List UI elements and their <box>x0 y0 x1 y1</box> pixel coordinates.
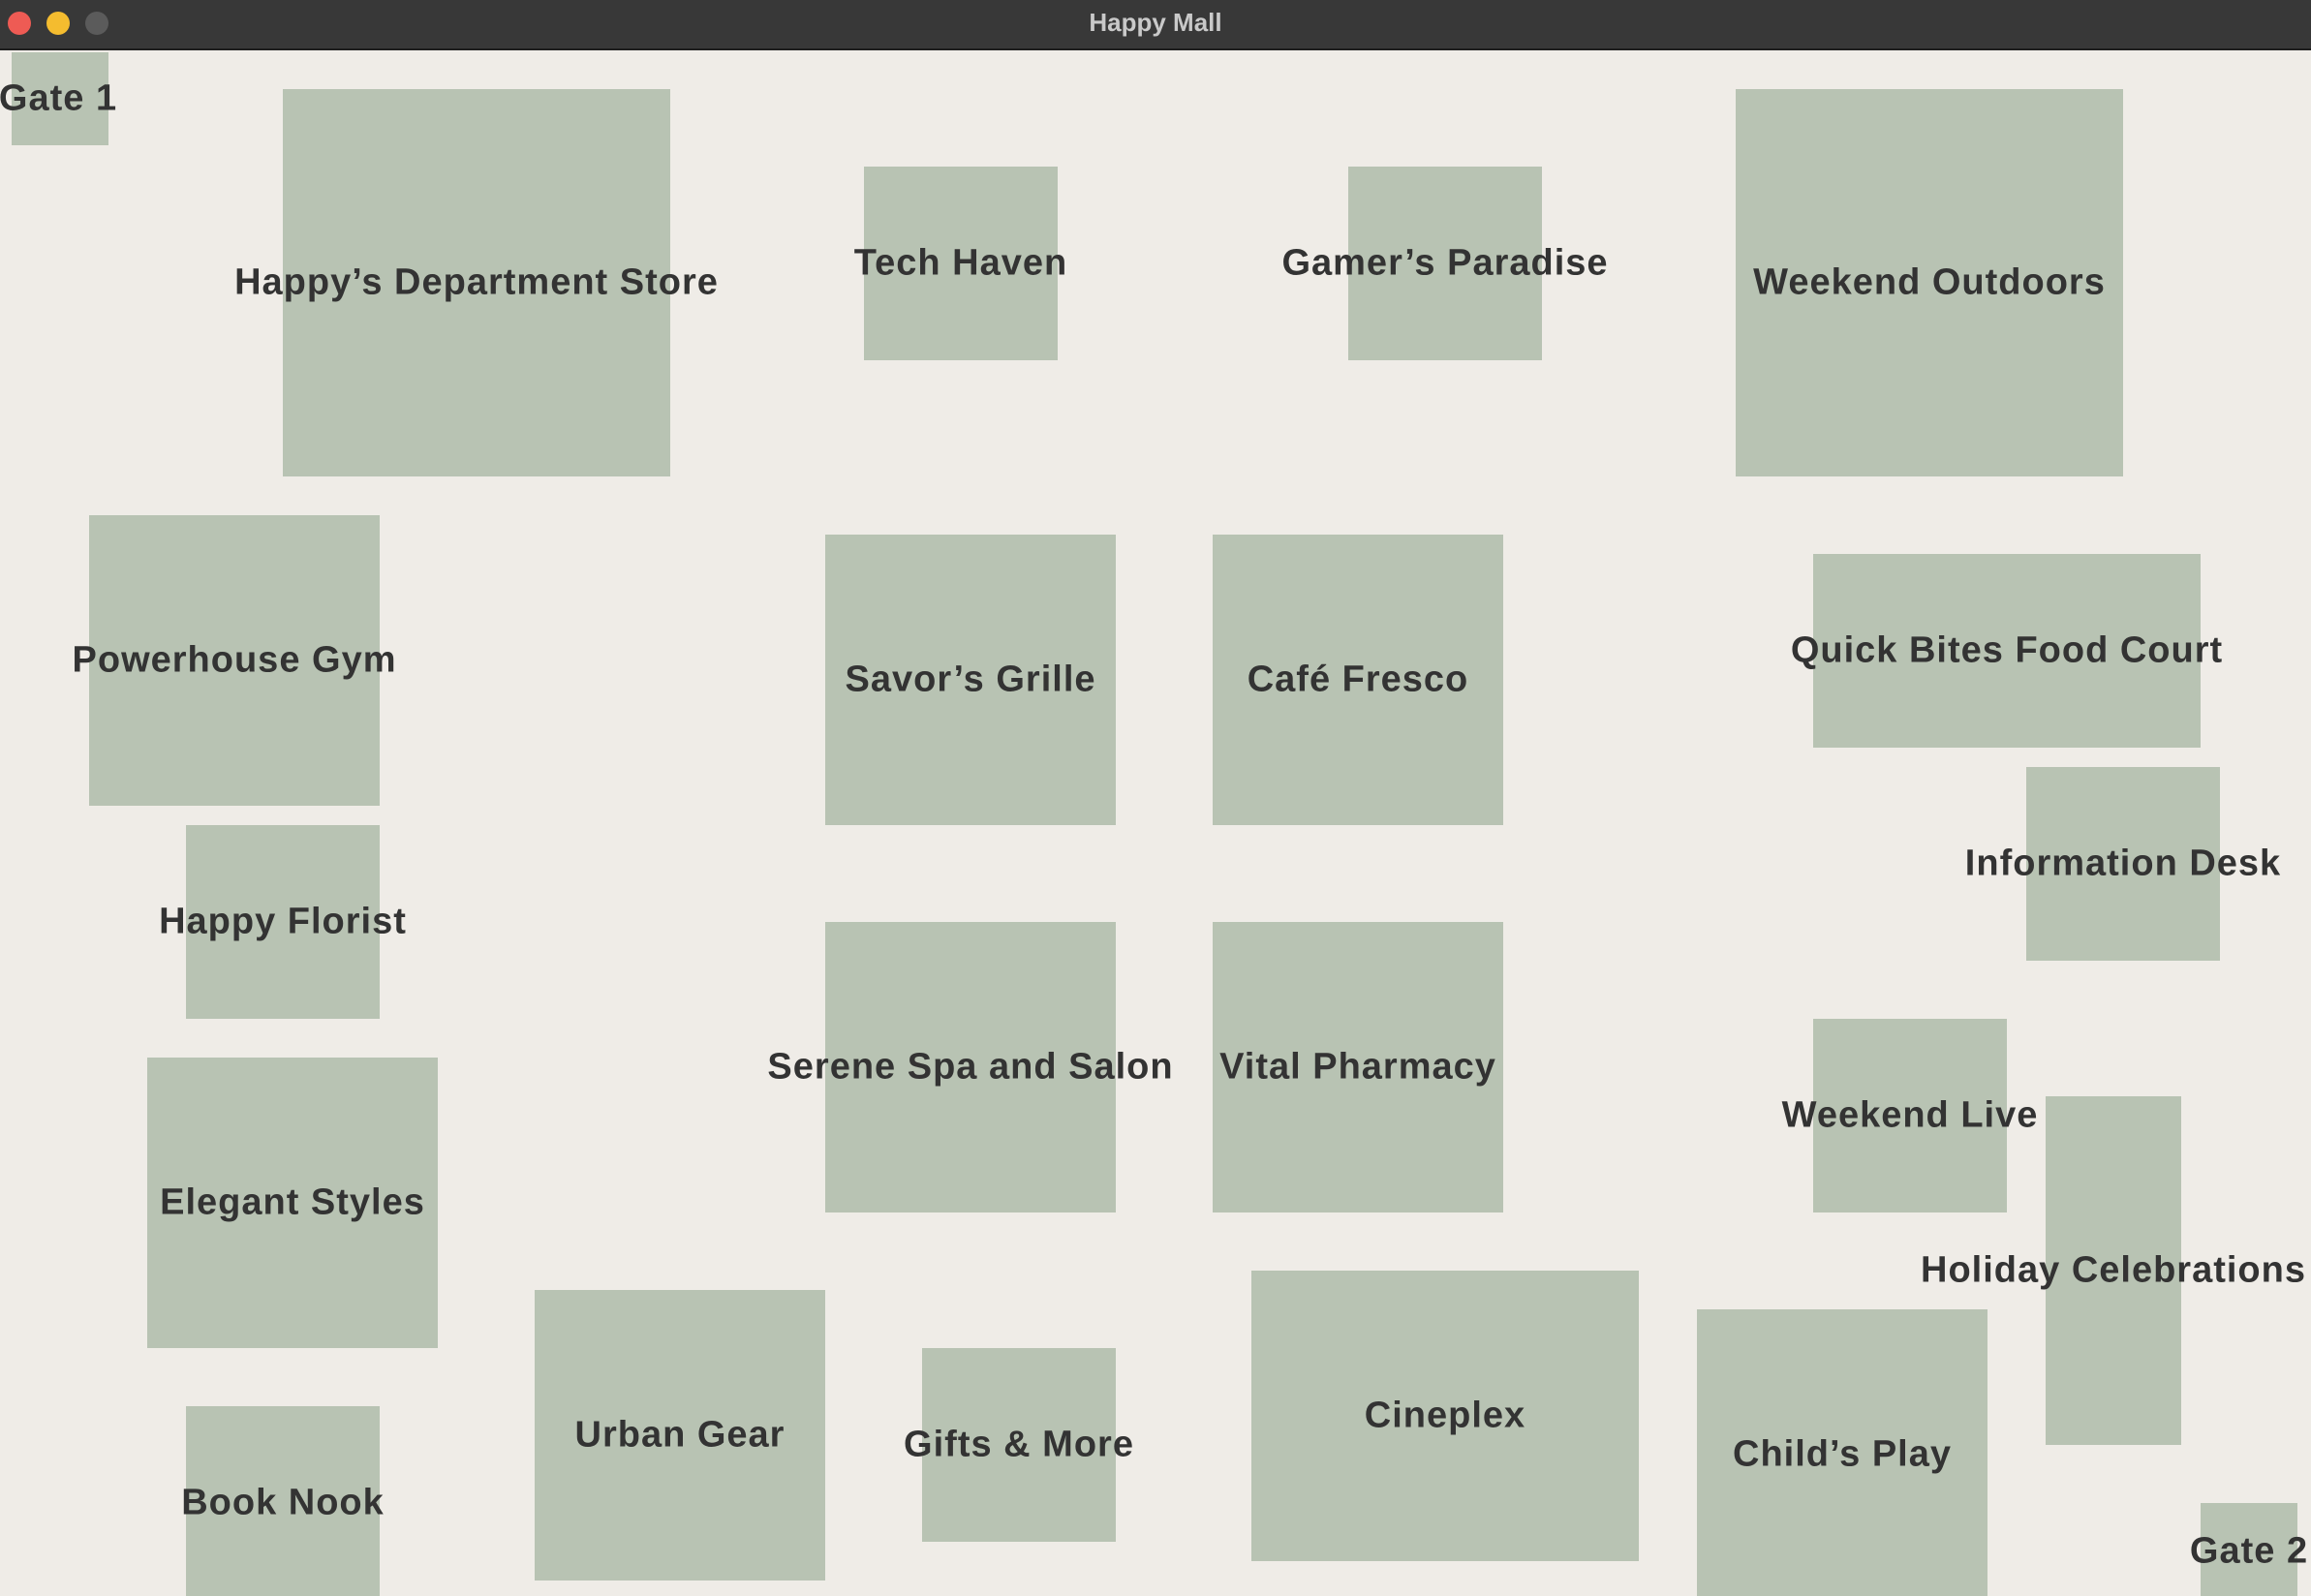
store-label-urban-gear: Urban Gear <box>574 1414 786 1456</box>
store-label-serene-spa-and-salon: Serene Spa and Salon <box>767 1046 1174 1088</box>
store-label-quick-bites-food-court: Quick Bites Food Court <box>1790 629 2224 671</box>
title-bar[interactable]: Happy Mall <box>0 0 2311 50</box>
app-window: Happy Mall Gate 1 Happy’s Department Sto… <box>0 0 2311 1596</box>
store-label-cafe-fresco: Café Fresco <box>1247 659 1469 700</box>
store-label-gifts-and-more: Gifts & More <box>904 1424 1134 1465</box>
store-label-happys-department-store: Happy’s Department Store <box>234 261 719 303</box>
store-label-tech-haven: Tech Haven <box>853 242 1068 284</box>
store-label-elegant-styles: Elegant Styles <box>160 1182 425 1223</box>
store-label-happy-florist: Happy Florist <box>159 901 407 942</box>
store-label-gate-2: Gate 2 <box>2189 1530 2309 1572</box>
store-label-book-nook: Book Nook <box>181 1482 385 1523</box>
store-label-vital-pharmacy: Vital Pharmacy <box>1219 1046 1496 1088</box>
store-label-weekend-outdoors: Weekend Outdoors <box>1753 261 2106 303</box>
store-label-powerhouse-gym: Powerhouse Gym <box>72 639 397 681</box>
store-label-cineplex: Cineplex <box>1364 1395 1526 1436</box>
store-label-holiday-celebrations: Holiday Celebrations <box>1921 1249 2306 1291</box>
store-label-gamers-paradise: Gamer’s Paradise <box>1281 242 1609 284</box>
store-label-gate-1: Gate 1 <box>0 77 118 119</box>
window-title: Happy Mall <box>1089 8 1222 37</box>
store-label-childs-play: Child’s Play <box>1733 1433 1952 1475</box>
store-label-savors-grille: Savor’s Grille <box>845 659 1096 700</box>
store-label-weekend-live: Weekend Live <box>1781 1094 2039 1136</box>
mall-map: Gate 1 Happy’s Department Store Tech Hav… <box>0 52 2311 1596</box>
store-label-information-desk: Information Desk <box>1964 843 2282 884</box>
